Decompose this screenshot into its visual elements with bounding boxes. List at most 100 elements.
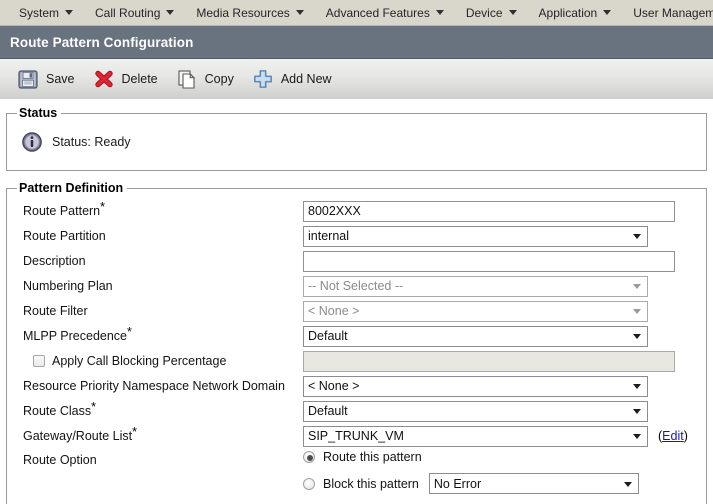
delete-x-icon [93,68,115,90]
description-input[interactable] [303,250,675,272]
route-option-label: Route Option [23,453,97,467]
call-blocking-percentage-input[interactable] [303,350,675,372]
field-row-description: Description [15,250,698,272]
menu-label: User Management [633,5,713,20]
field-row-route-filter: Route Filter < None > [15,300,698,322]
save-floppy-icon [17,68,39,90]
page-title: Route Pattern Configuration [10,34,194,50]
chevron-down-icon [65,10,74,15]
chevron-down-icon [633,309,641,314]
route-partition-label: Route Partition [23,229,106,243]
copy-button-label: Copy [204,72,234,86]
field-row-gateway-route-list: Gateway/Route List* SIP_TRUNK_VM (Edit) [15,425,698,447]
chevron-down-icon [435,10,444,15]
chevron-down-icon [623,481,632,487]
menu-item-call-routing[interactable]: Call Routing [84,0,185,25]
chevron-down-icon [633,334,641,339]
apply-call-blocking-label: Apply Call Blocking Percentage [15,354,303,368]
field-row-route-option: Route Option Route this pattern Block th… [15,450,698,494]
gateway-edit-link-wrapper: (Edit) [658,429,688,443]
label-text: MLPP Precedence [23,329,127,343]
route-this-pattern-radio[interactable] [303,451,315,463]
route-this-pattern-label: Route this pattern [323,450,422,464]
numbering-plan-value: -- Not Selected -- [308,279,404,293]
edit-link-suffix: ) [683,429,688,443]
route-pattern-input[interactable] [303,200,675,222]
field-row-mlpp-precedence: MLPP Precedence* Default [15,325,698,347]
menu-item-user-management[interactable]: User Management [622,0,713,25]
route-filter-select[interactable]: < None > [303,300,648,322]
mlpp-precedence-select[interactable]: Default [303,325,648,347]
label-text: Apply Call Blocking Percentage [52,354,227,368]
mlpp-precedence-value: Default [308,329,348,343]
pattern-definition-section: Pattern Definition Route Pattern* Route … [6,181,707,504]
label-text: Route Class [23,404,92,418]
description-label: Description [23,254,86,268]
gateway-edit-link[interactable]: Edit [662,429,684,443]
add-plus-icon [252,68,274,90]
route-partition-control: internal [303,225,648,247]
menu-item-advanced-features[interactable]: Advanced Features [315,0,455,25]
route-pattern-label: Route Pattern* [15,201,303,218]
delete-button-label: Delete [121,72,158,86]
menu-item-media-resources[interactable]: Media Resources [185,0,314,25]
gateway-route-list-value: SIP_TRUNK_VM [308,429,404,443]
chevron-down-icon [633,384,641,389]
chevron-down-icon [633,284,641,289]
required-asterisk: * [100,199,106,214]
route-class-control: Default [303,400,648,422]
add-new-button[interactable]: Add New [247,64,342,94]
route-class-value: Default [308,404,348,418]
main-menu-bar: System Call Routing Media Resources Adva… [0,0,713,26]
menu-label: Call Routing [95,5,161,20]
chevron-down-icon [633,409,641,414]
route-this-pattern-option[interactable]: Route this pattern [303,450,639,464]
add-new-button-label: Add New [280,72,332,86]
pattern-definition-legend: Pattern Definition [19,181,124,195]
apply-call-blocking-control [303,350,675,372]
route-class-select[interactable]: Default [303,400,648,422]
status-section: Status Status: Ready [6,106,707,171]
delete-button[interactable]: Delete [88,64,168,94]
route-partition-value: internal [308,229,349,243]
route-option-control: Route this pattern Block this pattern No… [303,450,639,494]
menu-item-application[interactable]: Application [528,0,623,25]
block-reason-value: No Error [433,476,482,491]
block-this-pattern-radio[interactable] [303,477,315,490]
route-pattern-control [303,200,675,222]
numbering-plan-control: -- Not Selected -- [303,275,648,297]
resource-priority-domain-value: < None > [308,379,360,393]
label-text: Gateway/Route List [23,429,133,443]
mlpp-precedence-label: MLPP Precedence* [15,326,303,343]
menu-label: Device [465,5,503,20]
required-asterisk: * [132,424,137,439]
status-legend: Status [19,106,58,120]
chevron-down-icon [295,10,304,15]
route-filter-label: Route Filter [23,304,88,318]
block-reason-select[interactable]: No Error [428,473,639,494]
field-row-resource-priority-domain: Resource Priority Namespace Network Doma… [15,375,698,397]
copy-pages-icon [176,68,198,90]
numbering-plan-select[interactable]: -- Not Selected -- [303,275,648,297]
status-row: Status: Ready [15,125,698,162]
copy-button[interactable]: Copy [171,64,244,94]
description-control [303,250,675,272]
block-this-pattern-option[interactable]: Block this pattern No Error [303,473,639,494]
page-title-bar: Route Pattern Configuration [0,26,713,59]
apply-call-blocking-checkbox[interactable] [33,355,45,367]
label-text: Route Pattern [23,204,101,218]
menu-label: Application [538,5,598,20]
route-filter-value: < None > [308,304,360,318]
gateway-route-list-select[interactable]: SIP_TRUNK_VM [303,425,648,447]
block-this-pattern-label: Block this pattern [323,476,419,491]
save-button-label: Save [46,72,75,86]
route-partition-select[interactable]: internal [303,225,648,247]
save-button[interactable]: Save [12,64,85,94]
field-row-route-class: Route Class* Default [15,400,698,422]
menu-item-system[interactable]: System [8,0,84,25]
resource-priority-domain-select[interactable]: < None > [303,375,648,397]
gateway-route-list-control: SIP_TRUNK_VM (Edit) [303,425,688,447]
route-filter-control: < None > [303,300,648,322]
menu-item-device[interactable]: Device [455,0,528,25]
chevron-down-icon [603,10,612,15]
